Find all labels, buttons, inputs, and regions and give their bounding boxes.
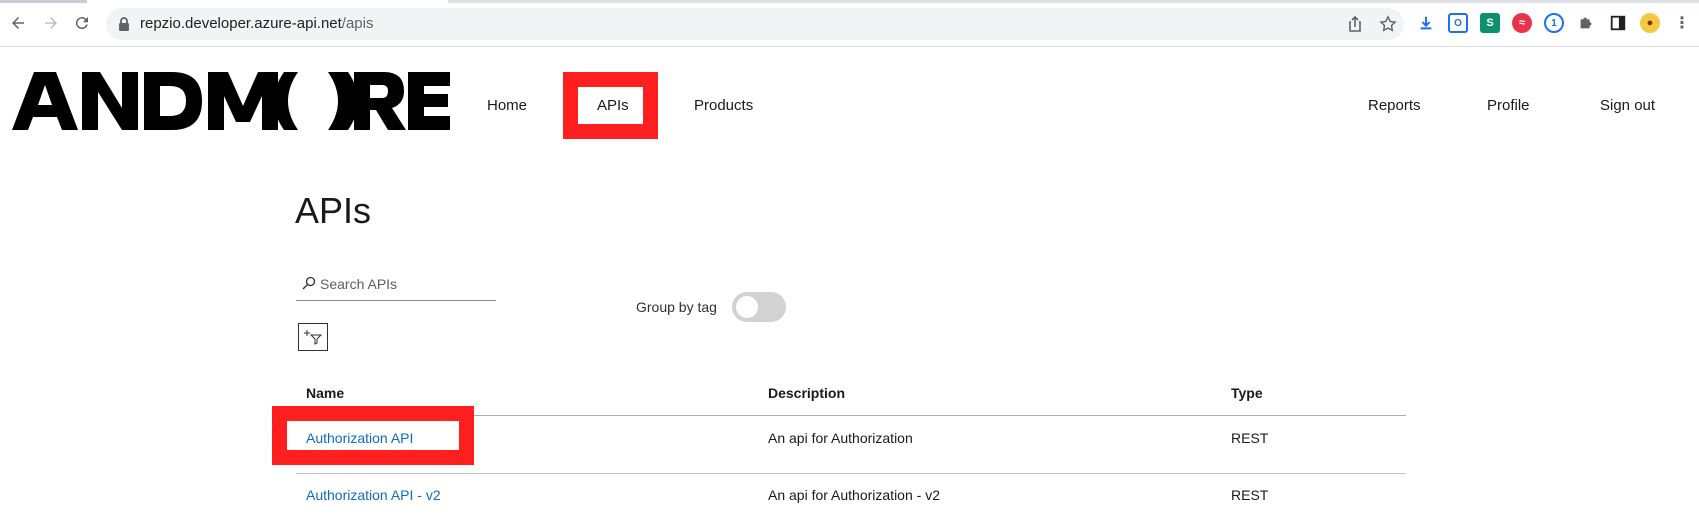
- search-placeholder: Search APIs: [320, 276, 398, 292]
- table-cell-description: An api for Authorization: [768, 430, 913, 446]
- share-icon[interactable]: [1346, 15, 1364, 33]
- table-cell-type: REST: [1231, 430, 1269, 446]
- kebab-menu-icon[interactable]: ⋮: [1672, 13, 1692, 33]
- nav-apis[interactable]: APIs: [597, 97, 629, 114]
- forward-icon[interactable]: [39, 11, 63, 35]
- site-logo[interactable]: [12, 70, 452, 132]
- page-title: APIs: [295, 190, 372, 231]
- url-host: repzio.developer.azure-api.net: [140, 15, 342, 32]
- filter-add-icon: [304, 330, 323, 345]
- api-link-authorization-v2[interactable]: Authorization API - v2: [306, 487, 441, 503]
- download-icon[interactable]: [1416, 13, 1436, 33]
- nav-profile[interactable]: Profile: [1487, 97, 1530, 114]
- group-by-tag-label: Group by tag: [636, 299, 717, 315]
- reload-icon[interactable]: [70, 11, 94, 35]
- table-row-divider: [296, 473, 1406, 474]
- onepassword-icon[interactable]: 1: [1544, 13, 1564, 33]
- nav-sign-out[interactable]: Sign out: [1600, 97, 1655, 114]
- group-by-tag-toggle[interactable]: [732, 292, 786, 322]
- nav-products[interactable]: Products: [694, 97, 753, 114]
- browser-toolbar: repzio.developer.azure-api.net/apis O S …: [0, 0, 1699, 47]
- avatar-icon[interactable]: ●: [1640, 13, 1660, 33]
- tab-strip: [0, 0, 87, 3]
- column-header-description[interactable]: Description: [768, 385, 845, 401]
- bookmark-star-icon[interactable]: [1378, 14, 1398, 34]
- tab-strip-rest: [448, 0, 1699, 3]
- table-cell-description: An api for Authorization - v2: [768, 487, 940, 503]
- add-filter-button[interactable]: [298, 323, 328, 351]
- lock-icon: [119, 17, 129, 31]
- nav-reports[interactable]: Reports: [1368, 97, 1421, 114]
- url-path: /apis: [341, 15, 374, 32]
- andmore-logo-icon: [12, 72, 450, 130]
- address-bar[interactable]: repzio.developer.azure-api.net/apis: [106, 8, 1404, 40]
- api-link-authorization[interactable]: Authorization API: [306, 430, 413, 446]
- nav-home[interactable]: Home: [487, 97, 527, 114]
- outlook-ext-icon[interactable]: O: [1448, 13, 1468, 33]
- search-input[interactable]: Search APIs: [296, 270, 496, 301]
- back-icon[interactable]: [6, 11, 30, 35]
- column-header-name[interactable]: Name: [306, 385, 344, 401]
- red-ext-icon[interactable]: ≈: [1512, 13, 1532, 33]
- s-ext-icon[interactable]: S: [1480, 13, 1500, 33]
- toggle-knob: [736, 296, 758, 318]
- url-text: repzio.developer.azure-api.net/apis: [140, 15, 373, 32]
- sidepanel-icon[interactable]: [1608, 13, 1628, 33]
- column-header-type[interactable]: Type: [1231, 385, 1263, 401]
- search-icon: [302, 276, 316, 290]
- table-cell-type: REST: [1231, 487, 1269, 503]
- puzzle-icon[interactable]: [1576, 13, 1596, 33]
